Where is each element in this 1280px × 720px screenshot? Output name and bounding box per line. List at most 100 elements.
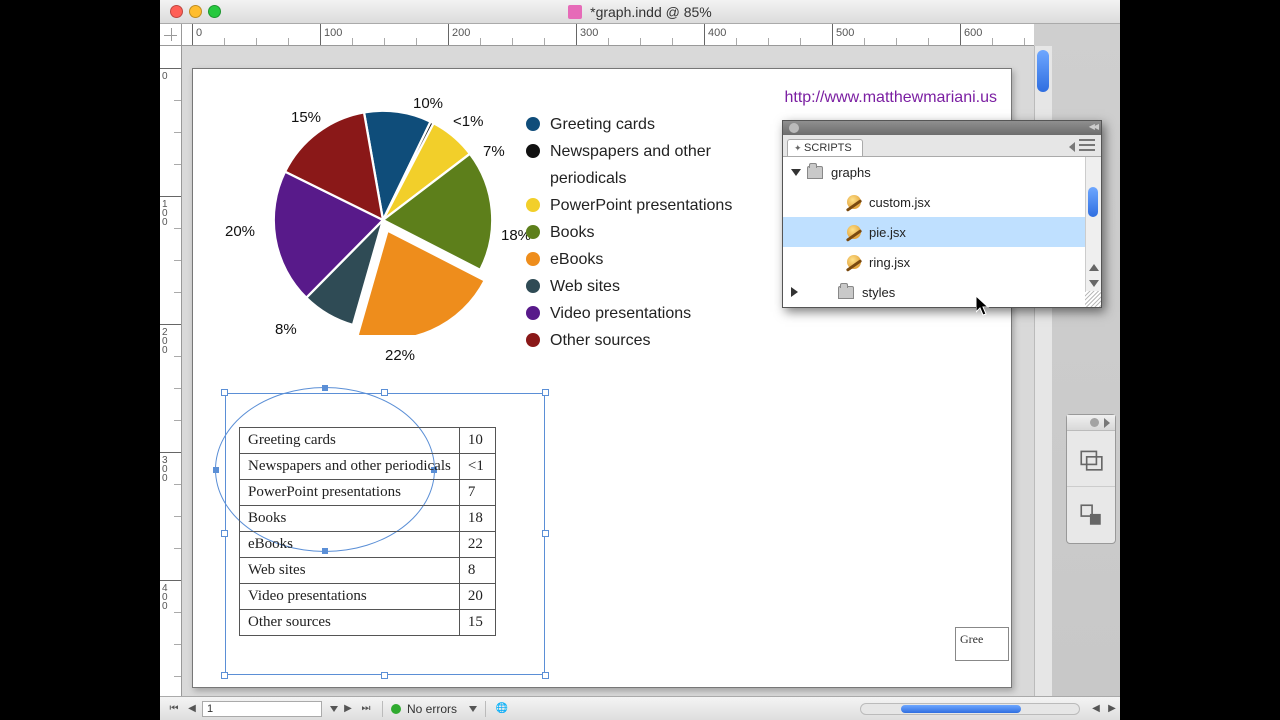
table-cell-label[interactable]: eBooks [240,532,460,558]
scripts-tabrow: SCRIPTS [783,135,1101,157]
table-cell-label[interactable]: Web sites [240,558,460,584]
pct-video: 20% [225,223,255,240]
pct-news: <1% [453,113,483,130]
legend-label: Web sites [550,273,620,300]
scripts-panel-grip[interactable] [783,121,1101,135]
handle-e[interactable] [542,530,549,537]
legend-swatch-icon [526,198,540,212]
table-row[interactable]: Greeting cards10 [240,428,496,454]
table-row[interactable]: Newspapers and other periodicals<1 [240,454,496,480]
table-cell-value[interactable]: 8 [459,558,495,584]
table-cell-label[interactable]: Newspapers and other periodicals [240,454,460,480]
handle-nw[interactable] [221,389,228,396]
table-cell-value[interactable]: 20 [459,584,495,610]
scripts-scrollbar[interactable] [1085,157,1101,291]
scripts-panel[interactable]: SCRIPTS graphs custom.jsx pie.jsx ring.jsx s… [782,120,1102,308]
handle-sw[interactable] [221,672,228,679]
table-row[interactable]: eBooks22 [240,532,496,558]
panel-resize-handle[interactable] [1085,291,1101,307]
scripts-tree[interactable]: graphs custom.jsx pie.jsx ring.jsx styles [783,157,1101,307]
page-dropdown-icon[interactable] [330,706,338,712]
tree-label: custom.jsx [869,195,930,210]
tree-folder-graphs[interactable]: graphs [783,157,1101,187]
tree-label: ring.jsx [869,255,910,270]
titlebar: *graph.indd @ 85% [160,0,1120,24]
panel-collapse-icon[interactable] [1079,123,1097,133]
table-cell-label[interactable]: Video presentations [240,584,460,610]
horizontal-scrollbar[interactable] [860,703,1080,715]
handle-n[interactable] [381,389,388,396]
table-cell-value[interactable]: <1 [459,454,495,480]
ruler-horizontal[interactable]: 0100200300400500600 [182,24,1034,46]
data-table[interactable]: Greeting cards10Newspapers and other per… [239,427,496,636]
panel-menu-icon[interactable] [1079,139,1095,151]
table-cell-label[interactable]: Other sources [240,610,460,636]
next-page-button[interactable]: ▶ [340,701,356,717]
first-page-button[interactable]: ⏮ [166,701,182,717]
pct-web: 8% [275,321,297,338]
panel-close-icon[interactable] [789,123,799,133]
scroll-up-icon[interactable] [1089,264,1099,271]
scripts-scroll-thumb[interactable] [1088,187,1098,217]
table-cell-value[interactable]: 18 [459,506,495,532]
sync-icon[interactable]: 🌐 [494,701,510,717]
table-cell-value[interactable]: 10 [459,428,495,454]
ruler-vertical[interactable]: 0100200300400 [160,46,182,696]
tree-folder-styles[interactable]: styles [783,277,1101,307]
handle-s[interactable] [381,672,388,679]
hscroll-left-icon[interactable]: ◀ [1088,701,1104,717]
tree-item-ring-jsx[interactable]: ring.jsx [783,247,1101,277]
table-cell-value[interactable]: 15 [459,610,495,636]
hscroll-thumb[interactable] [901,705,1021,713]
table-row[interactable]: Video presentations20 [240,584,496,610]
tree-label: graphs [831,165,871,180]
dock-expand-icon[interactable] [1104,418,1110,428]
table-row[interactable]: Books18 [240,506,496,532]
tree-label: styles [862,285,895,300]
table-row[interactable]: Other sources15 [240,610,496,636]
handle-se[interactable] [542,672,549,679]
tool-button-2[interactable] [1067,487,1115,543]
table-cell-label[interactable]: PowerPoint presentations [240,480,460,506]
disclosure-closed-icon[interactable] [791,287,798,297]
legend-item: Other sources [526,327,750,354]
legend-label: Greeting cards [550,111,655,138]
legend-label: Video presentations [550,300,691,327]
preflight-status[interactable]: No errors [391,702,477,716]
pct-greeting: 10% [413,95,443,112]
legend-item: Books [526,219,750,246]
scroll-down-icon[interactable] [1089,280,1099,287]
table-row[interactable]: Web sites8 [240,558,496,584]
legend-swatch-icon [526,252,540,266]
legend-item: Web sites [526,273,750,300]
legend-swatch-icon [526,144,540,158]
scroll-thumb[interactable] [1037,50,1049,92]
preflight-label: No errors [407,702,457,716]
last-page-button[interactable]: ⏭ [358,701,374,717]
selected-frame[interactable]: Greeting cards10Newspapers and other per… [225,393,545,675]
pct-ppt: 7% [483,143,505,160]
table-cell-value[interactable]: 22 [459,532,495,558]
table-row[interactable]: PowerPoint presentations7 [240,480,496,506]
tree-item-custom-jsx[interactable]: custom.jsx [783,187,1101,217]
tool-dock[interactable] [1066,414,1116,544]
hscroll-right-icon[interactable]: ▶ [1104,701,1120,717]
handle-ne[interactable] [542,389,549,396]
preflight-dropdown-icon[interactable] [469,706,477,712]
tree-item-pie-jsx[interactable]: pie.jsx [783,217,1101,247]
legend-label: eBooks [550,246,603,273]
tool-dock-header[interactable] [1067,415,1115,431]
table-cell-label[interactable]: Books [240,506,460,532]
handle-w[interactable] [221,530,228,537]
prev-page-button[interactable]: ◀ [184,701,200,717]
scripts-tab[interactable]: SCRIPTS [787,139,863,156]
table-cell-label[interactable]: Greeting cards [240,428,460,454]
page-number-field[interactable]: 1 [202,701,322,717]
tool-button-1[interactable] [1067,431,1115,487]
ruler-origin[interactable] [160,24,182,46]
legend-swatch-icon [526,225,540,239]
table-cell-value[interactable]: 7 [459,480,495,506]
dock-collapse-icon[interactable] [1090,418,1099,427]
legend-swatch-icon [526,333,540,347]
disclosure-open-icon[interactable] [791,169,801,176]
